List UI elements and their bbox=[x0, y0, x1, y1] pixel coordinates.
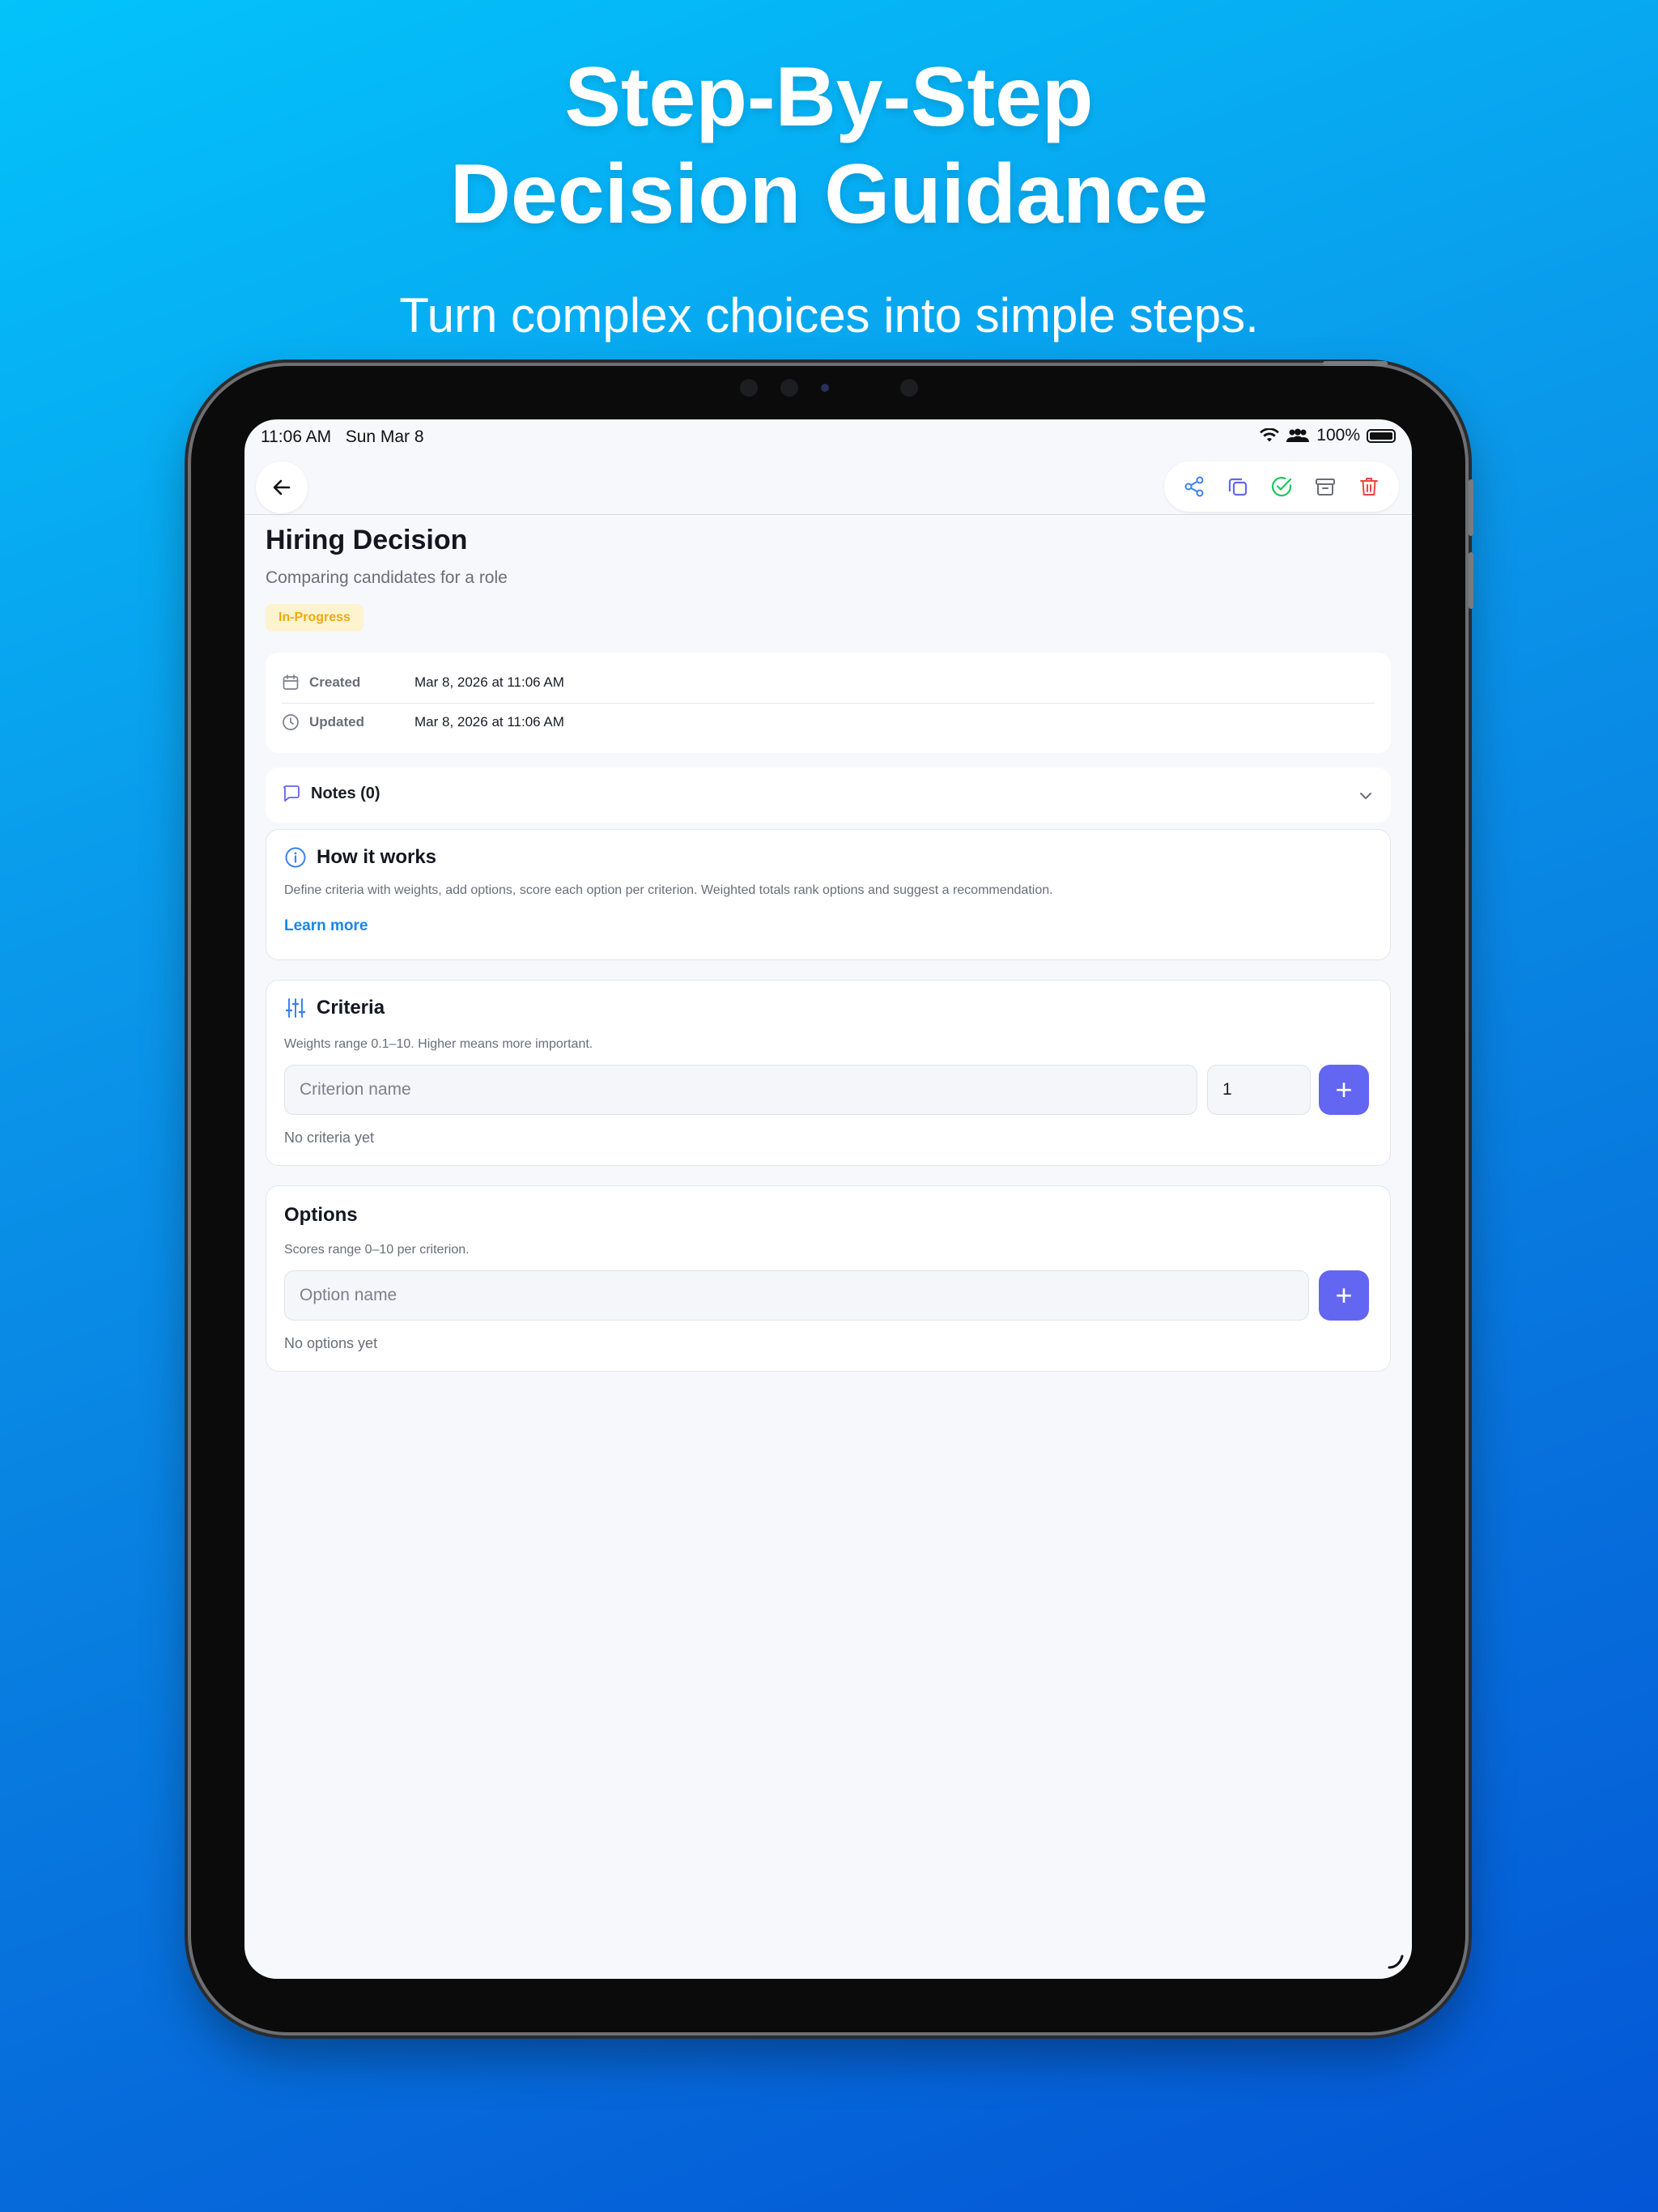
archive-button[interactable] bbox=[1309, 470, 1341, 503]
updated-row: Updated Mar 8, 2026 at 11:06 AM bbox=[282, 704, 1375, 741]
how-it-works-title: How it works bbox=[317, 846, 437, 868]
options-card: Options Scores range 0–10 per criterion.… bbox=[266, 1185, 1391, 1372]
status-time: 11:06 AM bbox=[261, 428, 332, 446]
action-toolbar bbox=[1164, 462, 1399, 512]
criteria-header: Criteria bbox=[284, 997, 385, 1019]
learn-more-link[interactable]: Learn more bbox=[284, 917, 368, 935]
comment-icon bbox=[283, 785, 300, 802]
status-date: Sun Mar 8 bbox=[345, 428, 424, 446]
criterion-weight-input[interactable] bbox=[1207, 1065, 1311, 1115]
back-button[interactable] bbox=[256, 462, 308, 513]
add-criterion-button[interactable]: + bbox=[1319, 1065, 1369, 1115]
people-icon bbox=[1286, 428, 1310, 442]
wifi-icon bbox=[1260, 428, 1280, 442]
share-icon bbox=[1184, 476, 1204, 497]
criterion-name-input[interactable] bbox=[284, 1065, 1197, 1115]
status-badge: In-Progress bbox=[266, 604, 363, 632]
page-subtitle: Comparing candidates for a role bbox=[266, 568, 508, 587]
volume-down-button bbox=[1469, 552, 1473, 609]
tablet-frame: 11:06 AM Sun Mar 8 100% Hiring Decision … bbox=[191, 361, 1473, 2032]
notes-disclosure[interactable]: Notes (0) bbox=[266, 768, 1391, 823]
notes-label: Notes (0) bbox=[311, 784, 380, 802]
check-circle-icon bbox=[1271, 476, 1292, 497]
camera-lens bbox=[821, 384, 829, 392]
camera-dot bbox=[780, 379, 798, 397]
battery-icon bbox=[1367, 428, 1396, 443]
back-arrow-icon bbox=[273, 479, 291, 496]
meta-card: Created Mar 8, 2026 at 11:06 AM Updated … bbox=[266, 653, 1391, 753]
sliders-icon bbox=[285, 998, 306, 1018]
top-button bbox=[1323, 361, 1388, 366]
option-name-input[interactable] bbox=[284, 1270, 1309, 1321]
updated-label: Updated bbox=[309, 714, 364, 730]
created-value: Mar 8, 2026 at 11:06 AM bbox=[414, 674, 564, 690]
promo-headline-line1: Step-By-Step bbox=[564, 50, 1094, 144]
trash-icon bbox=[1360, 478, 1378, 496]
status-time-date: 11:06 AM Sun Mar 8 bbox=[261, 428, 424, 447]
duplicate-button[interactable] bbox=[1222, 470, 1254, 503]
battery-percent: 100% bbox=[1316, 426, 1360, 445]
page-title: Hiring Decision bbox=[266, 525, 468, 555]
created-label: Created bbox=[309, 674, 361, 690]
info-icon bbox=[285, 847, 306, 868]
archive-icon bbox=[1316, 479, 1335, 496]
how-it-works-header: How it works bbox=[284, 846, 436, 869]
calendar-icon bbox=[283, 674, 299, 690]
share-button[interactable] bbox=[1178, 470, 1210, 503]
duplicate-icon bbox=[1228, 478, 1248, 496]
resize-corner-icon bbox=[1388, 1955, 1404, 1969]
created-row: Created Mar 8, 2026 at 11:06 AM bbox=[282, 664, 1375, 701]
delete-button[interactable] bbox=[1353, 470, 1385, 503]
app-screen: 11:06 AM Sun Mar 8 100% Hiring Decision … bbox=[244, 419, 1412, 1979]
criteria-empty-state: No criteria yet bbox=[284, 1129, 375, 1146]
nav-bar bbox=[244, 455, 1412, 515]
status-indicators: 100% bbox=[1260, 426, 1396, 445]
chevron-down-icon bbox=[1360, 793, 1371, 799]
camera-dot bbox=[740, 379, 758, 397]
options-title: Options bbox=[284, 1204, 358, 1226]
add-option-button[interactable]: + bbox=[1319, 1270, 1369, 1321]
status-bar: 11:06 AM Sun Mar 8 100% bbox=[244, 419, 1412, 455]
criteria-card: Criteria Weights range 0.1–10. Higher me… bbox=[266, 980, 1391, 1166]
notes-header: Notes (0) bbox=[282, 784, 380, 803]
promo-headline: Step-By-Step Decision Guidance bbox=[0, 49, 1658, 243]
volume-up-button bbox=[1469, 479, 1473, 536]
options-help: Scores range 0–10 per criterion. bbox=[284, 1243, 470, 1257]
criteria-help: Weights range 0.1–10. Higher means more … bbox=[284, 1037, 593, 1051]
options-header: Options bbox=[284, 1204, 358, 1227]
how-it-works-body: Define criteria with weights, add option… bbox=[284, 883, 1053, 897]
how-it-works-card: How it works Define criteria with weight… bbox=[266, 829, 1391, 960]
clock-icon bbox=[283, 714, 299, 730]
complete-button[interactable] bbox=[1265, 470, 1298, 503]
camera-dot bbox=[900, 379, 918, 397]
updated-value: Mar 8, 2026 at 11:06 AM bbox=[414, 714, 564, 730]
promo-headline-line2: Decision Guidance bbox=[449, 147, 1209, 241]
promo-subheadline: Turn complex choices into simple steps. bbox=[399, 288, 1259, 342]
options-empty-state: No options yet bbox=[284, 1335, 378, 1351]
criteria-title: Criteria bbox=[317, 997, 385, 1019]
